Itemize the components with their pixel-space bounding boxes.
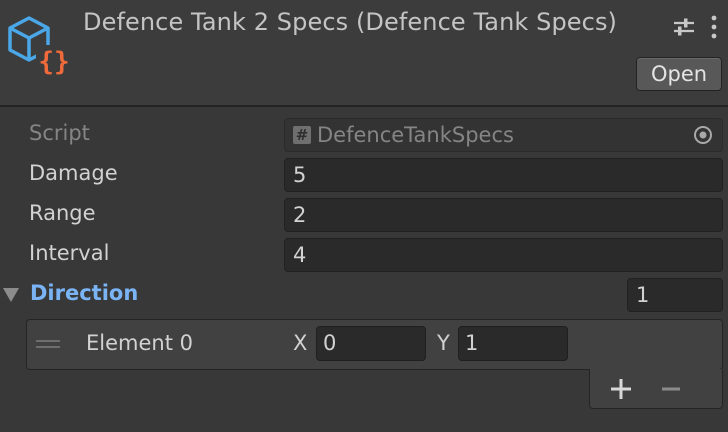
y-field[interactable]: 1 (458, 326, 568, 361)
direction-size-field[interactable]: 1 (627, 278, 723, 312)
remove-element-icon[interactable] (658, 376, 684, 402)
damage-label: Damage (29, 161, 118, 185)
inspector-panel: {} Defence Tank 2 Specs (Defence Tank Sp… (0, 0, 728, 432)
inspector-header: {} Defence Tank 2 Specs (Defence Tank Sp… (0, 0, 728, 107)
script-object-field[interactable]: # DefenceTankSpecs (284, 118, 723, 152)
x-label: X (293, 331, 308, 355)
interval-field[interactable]: 4 (284, 238, 723, 272)
more-options-kebab-icon[interactable] (706, 14, 722, 40)
script-value: DefenceTankSpecs (317, 123, 514, 147)
x-field[interactable]: 0 (316, 326, 426, 361)
csharp-script-icon: # (293, 126, 311, 144)
add-element-icon[interactable] (608, 376, 634, 402)
inspector-title: Defence Tank 2 Specs (Defence Tank Specs… (83, 8, 618, 36)
object-picker-icon[interactable] (693, 125, 713, 145)
scriptable-object-icon: {} (8, 16, 72, 76)
interval-label: Interval (29, 241, 110, 265)
element-0-label: Element 0 (86, 331, 193, 355)
y-label: Y (437, 331, 450, 355)
range-field[interactable]: 2 (284, 198, 723, 232)
direction-foldout-label[interactable]: Direction (30, 281, 138, 305)
svg-text:{}: {} (38, 47, 69, 76)
foldout-arrow-icon[interactable] (3, 288, 19, 302)
presets-sliders-icon[interactable] (673, 16, 695, 38)
open-button[interactable]: Open (636, 57, 722, 91)
script-label: Script (29, 121, 90, 145)
damage-field[interactable]: 5 (284, 158, 723, 192)
drag-handle-icon[interactable] (36, 338, 60, 350)
range-label: Range (29, 201, 96, 225)
